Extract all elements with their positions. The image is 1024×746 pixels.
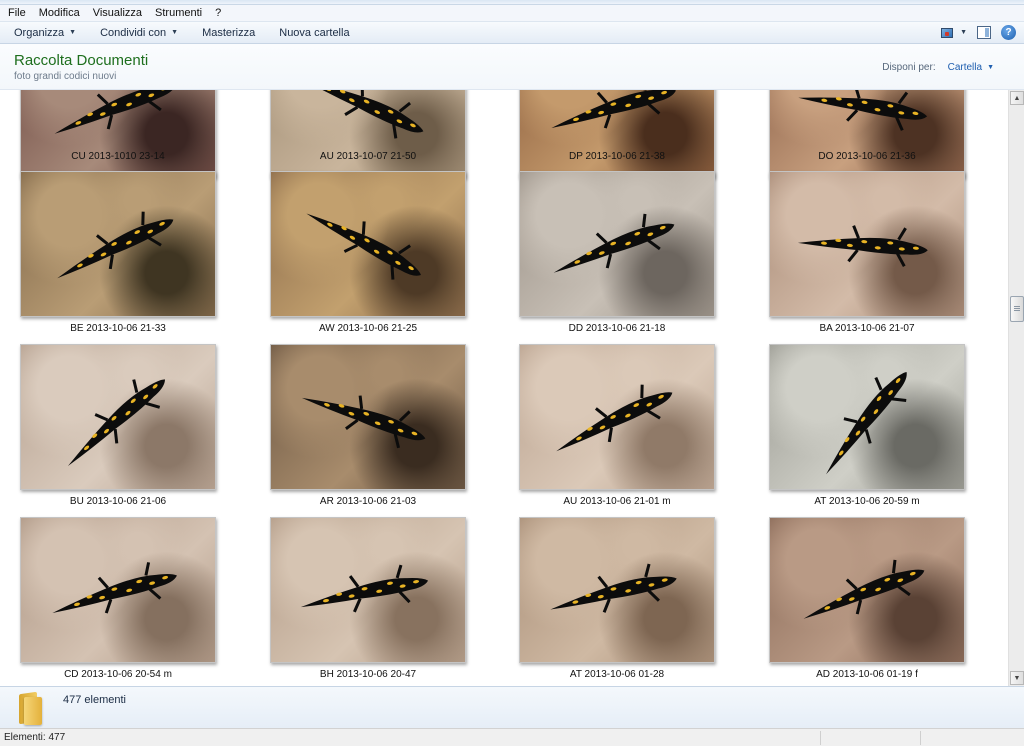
photo-thumbnail[interactable] xyxy=(519,90,715,178)
chevron-down-icon: ▼ xyxy=(171,29,179,36)
salamander-image xyxy=(803,559,925,619)
file-grid: CU 2013-1010 23-14 AU 2013-10-07 21-50 DP … xyxy=(0,90,1008,686)
file-name-label: AT 2013-10-06 20-59 m xyxy=(814,496,920,507)
salamander-image xyxy=(556,384,673,452)
file-name-label: AR 2013-10-06 21-03 xyxy=(319,496,417,507)
photo-thumbnail[interactable] xyxy=(20,171,216,317)
folder-icon xyxy=(16,691,44,725)
photo-thumbnail[interactable] xyxy=(270,517,466,663)
chevron-down-icon: ▼ xyxy=(960,29,967,36)
scroll-down-button[interactable]: ▼ xyxy=(1010,671,1024,685)
photo-thumbnail[interactable] xyxy=(20,517,216,663)
organize-label: Organizza xyxy=(14,26,65,39)
vertical-scrollbar[interactable]: ▲ ▼ xyxy=(1008,90,1024,686)
salamander-image xyxy=(301,395,426,449)
library-header: Raccolta Documenti foto grandi codici nu… xyxy=(0,44,1024,90)
salamander-image xyxy=(54,90,176,134)
library-subtitle: foto grandi codici nuovi xyxy=(14,71,117,82)
photo-thumbnail[interactable] xyxy=(519,517,715,663)
photo-thumbnail[interactable] xyxy=(519,171,715,317)
arrange-by: Disponi per: Cartella ▼ xyxy=(882,62,994,73)
file-name-label: CU 2013-1010 23-14 xyxy=(71,151,165,162)
menu-help[interactable]: ? xyxy=(215,7,221,19)
file-name-label: DO 2013-10-06 21-36 xyxy=(818,151,916,162)
photo-thumbnail[interactable] xyxy=(20,344,216,490)
file-name-label: AD 2013-10-06 01-19 f xyxy=(816,669,918,680)
file-name-label: CD 2013-10-06 20-54 m xyxy=(64,669,172,680)
photo-thumbnail[interactable] xyxy=(769,90,965,178)
file-name-label: AU 2013-10-07 21-50 xyxy=(319,151,417,162)
menu-tools[interactable]: Strumenti xyxy=(155,7,202,19)
menu-view[interactable]: Visualizza xyxy=(93,7,142,19)
menu-bar: File Modifica Visualizza Strumenti ? xyxy=(0,5,1024,22)
salamander-image xyxy=(303,90,424,139)
salamander-image xyxy=(306,213,421,280)
details-pane: 477 elementi xyxy=(0,686,1024,728)
change-view-button[interactable]: ▼ xyxy=(940,26,967,40)
new-folder-button[interactable]: Nuova cartella xyxy=(279,27,349,39)
salamander-image xyxy=(553,213,675,273)
item-count: 477 elementi xyxy=(63,694,126,706)
photo-thumbnail[interactable] xyxy=(769,517,965,663)
file-name-label: BH 2013-10-06 20-47 xyxy=(319,669,417,680)
file-name-label: DP 2013-10-06 21-38 xyxy=(569,151,665,162)
share-label: Condividi con xyxy=(100,26,167,39)
salamander-image xyxy=(57,211,174,279)
view-icon xyxy=(940,26,956,40)
arrange-by-dropdown[interactable]: Cartella xyxy=(948,62,982,73)
organize-button[interactable]: Organizza ▼ xyxy=(14,27,76,39)
salamander-image xyxy=(798,90,928,131)
status-bar: Elementi: 477 xyxy=(0,728,1024,746)
status-text: Elementi: 477 xyxy=(4,732,66,743)
photo-thumbnail[interactable] xyxy=(519,344,715,490)
file-name-label: DD 2013-10-06 21-18 xyxy=(568,323,666,334)
photo-thumbnail[interactable] xyxy=(769,171,965,317)
menu-edit[interactable]: Modifica xyxy=(39,7,80,19)
scrollbar-thumb[interactable] xyxy=(1010,296,1024,322)
file-name-label: AW 2013-10-06 21-25 xyxy=(318,323,418,334)
file-name-label: AU 2013-10-06 21-01 m xyxy=(563,496,671,507)
burn-button[interactable]: Masterizza xyxy=(202,27,255,39)
file-name-label: BU 2013-10-06 21-06 xyxy=(69,496,167,507)
help-icon[interactable]: ? xyxy=(1001,25,1016,40)
arrange-label: Disponi per: xyxy=(882,62,936,73)
file-name-label: AT 2013-10-06 01-28 xyxy=(569,669,665,680)
photo-thumbnail[interactable] xyxy=(270,171,466,317)
photo-thumbnail[interactable] xyxy=(270,344,466,490)
file-name-label: BE 2013-10-06 21-33 xyxy=(70,323,166,334)
burn-label: Masterizza xyxy=(202,26,256,39)
photo-thumbnail[interactable] xyxy=(270,90,466,178)
salamander-image xyxy=(67,379,165,467)
status-separator xyxy=(920,731,921,745)
salamander-image xyxy=(300,564,429,613)
file-name-label: BA 2013-10-06 21-07 xyxy=(819,323,915,334)
preview-pane-icon[interactable] xyxy=(977,26,991,39)
scroll-up-button[interactable]: ▲ xyxy=(1010,91,1024,105)
salamander-image xyxy=(551,90,676,129)
salamander-image xyxy=(550,563,677,613)
photo-thumbnail[interactable] xyxy=(769,344,965,490)
new-folder-label: Nuova cartella xyxy=(279,26,350,39)
salamander-image xyxy=(52,562,177,614)
menu-file[interactable]: File xyxy=(8,7,26,19)
salamander-image xyxy=(797,225,928,267)
command-bar-right: ▼ ? xyxy=(930,25,1016,40)
status-separator xyxy=(820,731,821,745)
chevron-down-icon: ▼ xyxy=(987,64,994,71)
photo-thumbnail[interactable] xyxy=(20,90,216,178)
salamander-image xyxy=(826,372,907,475)
library-title: Raccolta Documenti xyxy=(14,52,149,69)
command-bar: Organizza ▼ Condividi con ▼ Masterizza N… xyxy=(0,22,1024,44)
share-with-button[interactable]: Condividi con ▼ xyxy=(100,27,178,39)
chevron-down-icon: ▼ xyxy=(69,29,77,36)
